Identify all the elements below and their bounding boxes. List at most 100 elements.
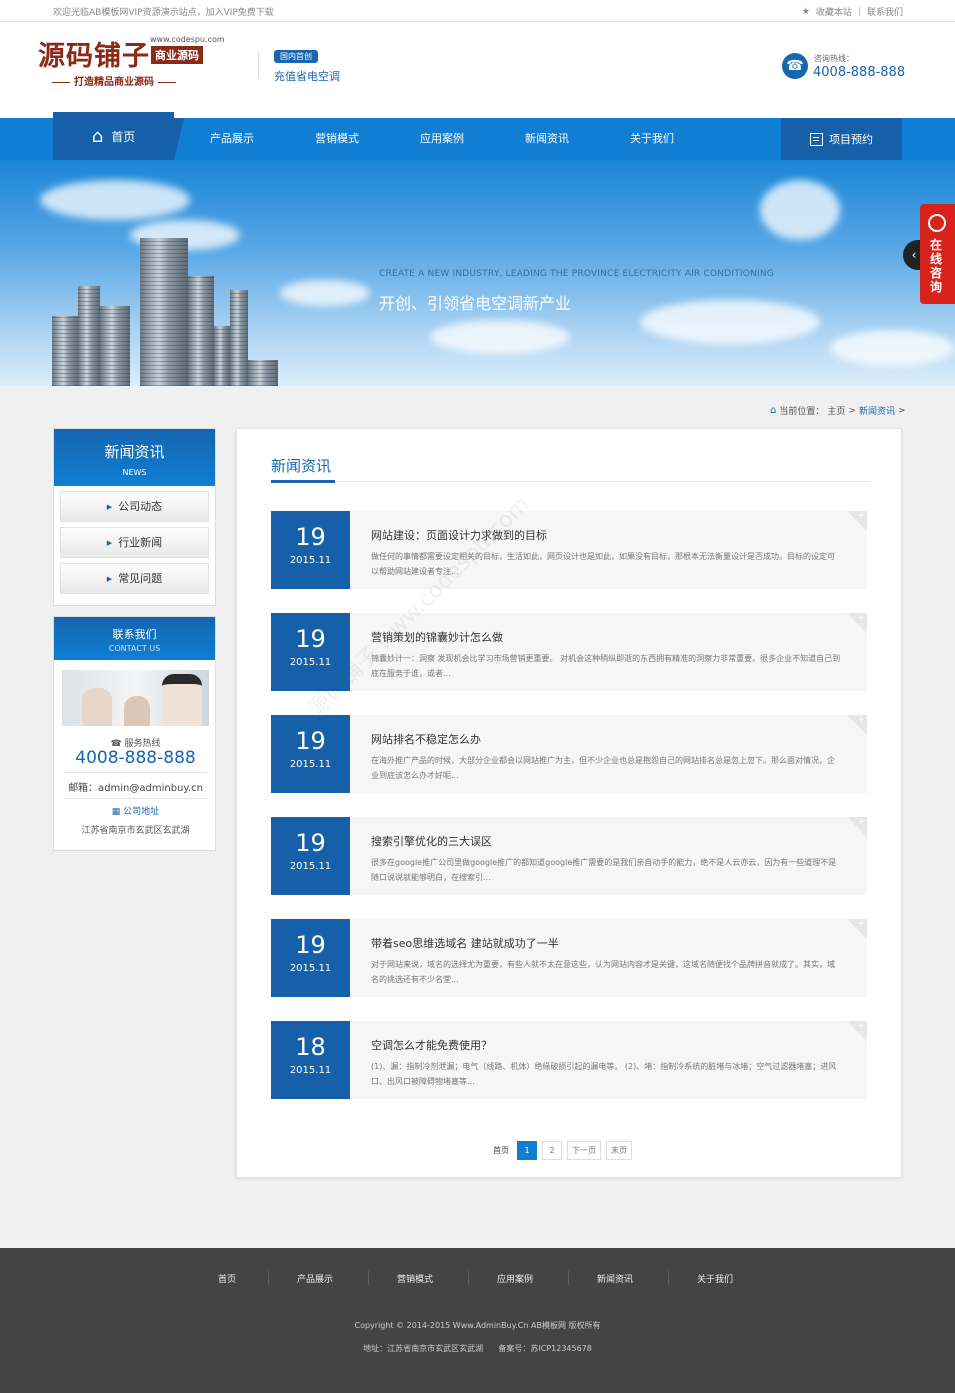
footer: 首页 产品展示 营销模式 应用案例 新闻资讯 关于我们 Copyright © …	[0, 1248, 955, 1393]
building-icon: ▦	[111, 807, 124, 817]
news-date: 19 2015.11	[271, 511, 350, 589]
news-title[interactable]: 空调怎么才能免费使用？	[371, 1037, 492, 1053]
caret-right-icon: ▶	[106, 503, 113, 511]
building	[214, 326, 230, 386]
news-item[interactable]: 18 2015.11 空调怎么才能免费使用？ (1)、漏：指制冷剂泄漏；电气（线路、机…	[271, 1021, 867, 1099]
plus-icon: +	[857, 1021, 865, 1031]
contact-subtitle: CONTACT US	[108, 644, 161, 653]
headset-icon	[928, 214, 946, 232]
news-year-month: 2015.11	[289, 861, 332, 872]
contact-address: 江苏省南京市玄武区玄武湖	[81, 826, 190, 836]
banner-english-text: CREATE A NEW INDUSTRY, LEADING THE PROVI…	[379, 269, 774, 279]
nav-cases[interactable]: 应用案例	[420, 118, 464, 160]
news-title[interactable]: 网站排名不稳定怎么办	[371, 731, 481, 747]
sidebar-item-label: 常见问题	[118, 572, 163, 585]
sidebar-header: 新闻资讯 NEWS	[54, 429, 215, 486]
plus-icon: +	[857, 817, 865, 827]
news-title[interactable]: 带着seo思维选域名 建站就成功了一半	[371, 935, 559, 951]
sidebar-category: 新闻资讯 NEWS ▶ 公司动态 ▶ 行业新闻 ▶ 常见问题	[53, 428, 216, 606]
nav-booking[interactable]: 项目预约	[781, 118, 902, 160]
top-bar: 欢迎光临AB模板网VIP资源演示站点，加入VIP免费下载 ★ 收藏本站 | 联系…	[0, 0, 955, 22]
divider	[64, 772, 207, 773]
nav-news[interactable]: 新闻资讯	[525, 118, 569, 160]
news-title[interactable]: 网站建设：页面设计力求做到的目标	[371, 527, 547, 543]
contact-email: 邮箱：admin@adminbuy.cn	[68, 783, 203, 794]
pager-page-1[interactable]: 1	[517, 1141, 537, 1160]
nav-marketing[interactable]: 营销模式	[315, 118, 359, 160]
title-underline	[271, 480, 869, 483]
news-item[interactable]: 19 2015.11 营销策划的锦囊妙计怎么做 锦囊妙计一：洞察 发现机会比学习市场营…	[271, 613, 867, 691]
plus-icon: +	[857, 715, 865, 725]
footer-link-home[interactable]: 首页	[218, 1272, 236, 1285]
news-day: 19	[295, 829, 326, 857]
breadcrumb-current[interactable]: 新闻资讯	[859, 404, 895, 417]
online-consult-tab[interactable]: 在线咨询	[920, 204, 955, 304]
main-nav: ⌂ 首页 产品展示 营销模式 应用案例 新闻资讯 关于我们 项目预约	[0, 112, 955, 160]
nav-products[interactable]: 产品展示	[210, 118, 254, 160]
footer-link-news[interactable]: 新闻资讯	[597, 1272, 633, 1285]
sidebar-item-company-news[interactable]: ▶ 公司动态	[60, 491, 209, 522]
footer-link-about[interactable]: 关于我们	[697, 1272, 733, 1285]
contact-link[interactable]: 联系我们	[867, 5, 903, 18]
favorite-link[interactable]: 收藏本站	[816, 5, 852, 18]
pager-next[interactable]: 下一页	[567, 1141, 601, 1160]
nav-about[interactable]: 关于我们	[630, 118, 674, 160]
person-figure	[162, 674, 202, 726]
sidebar-subtitle: NEWS	[122, 468, 147, 477]
pager-page-2[interactable]: 2	[542, 1141, 562, 1160]
news-item[interactable]: 19 2015.11 网站排名不稳定怎么办 在海外推广产品的时候，大部分企业都会以网站…	[271, 715, 867, 793]
footer-link-products[interactable]: 产品展示	[297, 1272, 333, 1285]
news-year-month: 2015.11	[289, 963, 332, 974]
hotline-label: 咨询热线：	[814, 54, 854, 63]
news-date: 18 2015.11	[271, 1021, 350, 1099]
news-year-month: 2015.11	[289, 555, 332, 566]
news-item[interactable]: 19 2015.11 带着seo思维选域名 建站就成功了一半 对于网站来说，域名的选择…	[271, 919, 867, 997]
news-year-month: 2015.11	[289, 657, 332, 668]
page-title: 新闻资讯	[271, 457, 332, 475]
news-date: 19 2015.11	[271, 817, 350, 895]
news-date: 19 2015.11	[271, 919, 350, 997]
contact-header: 联系我们 CONTACT US	[54, 617, 215, 660]
caret-right-icon: ▶	[106, 539, 113, 547]
news-title[interactable]: 营销策划的锦囊妙计怎么做	[371, 629, 503, 645]
welcome-text: 欢迎光临AB模板网VIP资源演示站点，加入VIP免费下载	[53, 8, 274, 18]
news-day: 18	[295, 1033, 326, 1061]
home-icon: ⌂	[91, 125, 104, 147]
news-date: 19 2015.11	[271, 715, 350, 793]
sidebar-item-industry-news[interactable]: ▶ 行业新闻	[60, 527, 209, 558]
footer-link-cases[interactable]: 应用案例	[497, 1272, 533, 1285]
news-summary: (1)、漏：指制冷剂泄漏；电气（线路、机体）绝缘破损引起的漏电等。 (2)、堵：…	[371, 1062, 837, 1086]
building	[248, 360, 278, 386]
sidebar-item-faq[interactable]: ▶ 常见问题	[60, 563, 209, 594]
nav-home[interactable]: ⌂ 首页	[53, 112, 184, 160]
nav-home-label: 首页	[111, 129, 136, 144]
pager-last[interactable]: 末页	[606, 1141, 632, 1160]
breadcrumb-separator: >	[848, 405, 856, 416]
news-day: 19	[295, 523, 326, 551]
address-label: ▦ 公司地址	[54, 804, 217, 817]
news-summary: 做任何的事情都需要设定相关的目标，生活如此，网页设计也是如此，如果没有目标，那根…	[371, 552, 835, 576]
header-divider	[258, 52, 259, 78]
footer-address: 地址：江苏省南京市玄武区玄武湖	[363, 1344, 484, 1353]
footer-link-marketing[interactable]: 营销模式	[397, 1272, 433, 1285]
pagination: 首页 1 2 下一页 末页	[493, 1141, 632, 1160]
footer-copyright: Copyright © 2014-2015 Www.AdminBuy.Cn AB…	[354, 1321, 601, 1330]
header-subtitle: 充值省电空调	[274, 70, 340, 83]
cloud	[830, 330, 955, 366]
news-item[interactable]: 19 2015.11 搜索引擎优化的三大误区 很多在google推广公司里做googl…	[271, 817, 867, 895]
contact-phone: 4008-888-888	[75, 748, 196, 768]
footer-separator	[468, 1271, 469, 1285]
news-item[interactable]: 19 2015.11 网站建设：页面设计力求做到的目标做任何的事情都需要设定相关的目…	[271, 511, 867, 589]
logo[interactable]: 源码铺子 www.codespu.com 商业源码 打造精品商业源码	[38, 32, 225, 88]
sidebar-item-label: 公司动态	[118, 500, 163, 513]
logo-slogan: 打造精品商业源码	[48, 73, 180, 88]
plus-icon: +	[857, 511, 865, 521]
breadcrumb: ⌂ 当前位置： 主页 > 新闻资讯 >	[770, 404, 906, 417]
footer-separator	[568, 1271, 569, 1285]
hotline-number: 4008-888-888	[813, 65, 906, 80]
pager-first[interactable]: 首页	[493, 1145, 509, 1156]
breadcrumb-home[interactable]: 主页	[827, 404, 845, 417]
news-title[interactable]: 搜索引擎优化的三大误区	[371, 833, 492, 849]
contact-title: 联系我们	[112, 628, 157, 641]
plus-icon: +	[857, 613, 865, 623]
